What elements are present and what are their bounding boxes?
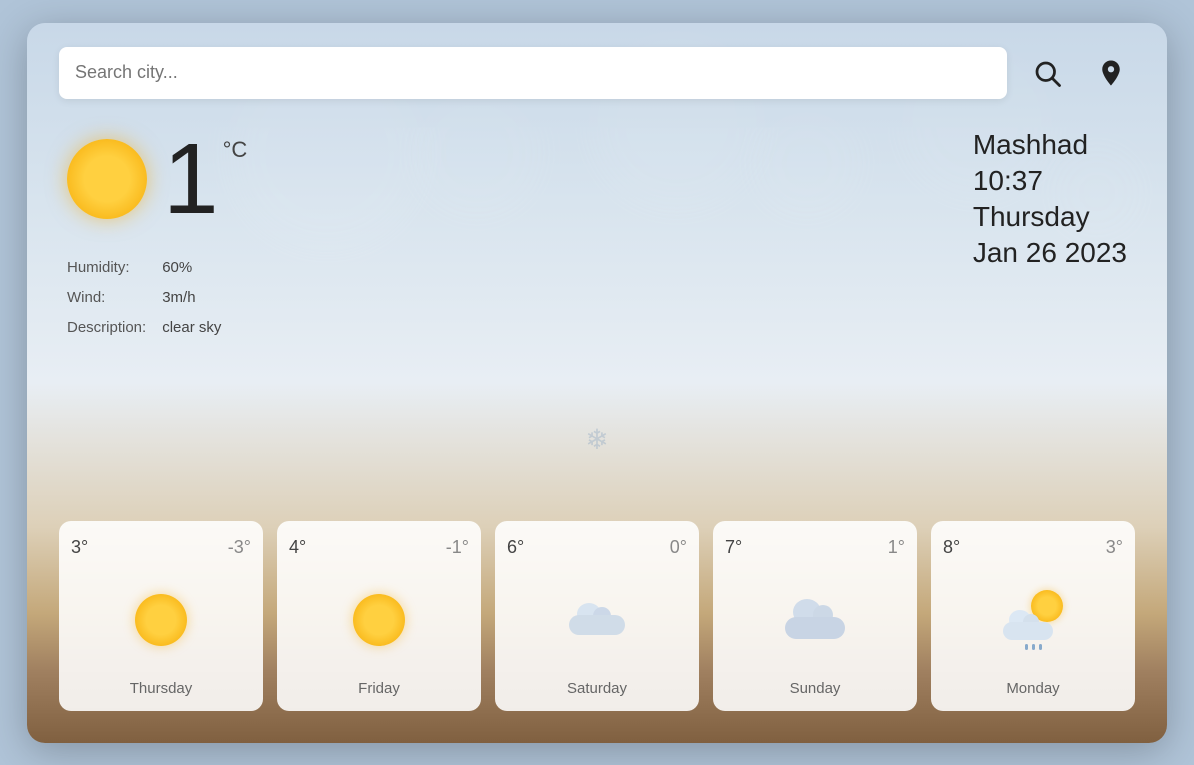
sun-icon	[353, 594, 405, 646]
forecast-low: 0°	[670, 537, 687, 558]
forecast-temps: 4° -1°	[289, 537, 469, 558]
temp-row: 1 °C	[67, 129, 247, 229]
forecast-low: 1°	[888, 537, 905, 558]
location-info: Mashhad 10:37 Thursday Jan 26 2023	[973, 129, 1127, 269]
search-input[interactable]: mashhad	[75, 62, 991, 83]
app-container: mashhad 1	[27, 23, 1167, 743]
description-label: Description:	[67, 313, 162, 343]
forecast-card: 8° 3° Mo	[931, 521, 1135, 711]
forecast-low: -3°	[228, 537, 251, 558]
forecast-icon-area	[71, 570, 251, 670]
forecast-card: 4° -1° Friday	[277, 521, 481, 711]
search-button[interactable]	[1023, 49, 1071, 97]
forecast-day: Sunday	[790, 680, 841, 697]
city-name: Mashhad	[973, 129, 1127, 161]
search-bar: mashhad	[59, 47, 1135, 99]
forecast-low: -1°	[446, 537, 469, 558]
wind-value: 3m/h	[162, 283, 221, 313]
weather-main: 1 °C Humidity: 60% Wind: 3m/h	[59, 129, 1135, 521]
forecast-card: 3° -3° Thursday	[59, 521, 263, 711]
location-button[interactable]	[1087, 49, 1135, 97]
forecast-icon-area	[289, 570, 469, 670]
forecast-icon-area	[943, 570, 1123, 670]
forecast-high: 3°	[71, 537, 88, 558]
current-time: 10:37	[973, 165, 1127, 197]
description-value: clear sky	[162, 313, 221, 343]
forecast-high: 8°	[943, 537, 960, 558]
current-date: Jan 26 2023	[973, 237, 1127, 269]
forecast-high: 7°	[725, 537, 742, 558]
forecast-temps: 3° -3°	[71, 537, 251, 558]
search-input-wrapper[interactable]: mashhad	[59, 47, 1007, 99]
forecast-section: 3° -3° Thursday 4° -1° Friday 6° 0°	[59, 521, 1135, 719]
current-day: Thursday	[973, 201, 1127, 233]
current-weather: 1 °C Humidity: 60% Wind: 3m/h	[67, 129, 247, 343]
forecast-card: 6° 0° Saturday	[495, 521, 699, 711]
forecast-icon-area	[725, 570, 905, 670]
forecast-icon-area	[507, 570, 687, 670]
overcast-icon	[785, 601, 845, 639]
partly-cloudy-rain-icon	[1003, 590, 1063, 650]
forecast-high: 6°	[507, 537, 524, 558]
forecast-day: Monday	[1006, 680, 1059, 697]
sun-icon	[135, 594, 187, 646]
forecast-low: 3°	[1106, 537, 1123, 558]
forecast-temps: 8° 3°	[943, 537, 1123, 558]
current-weather-icon	[67, 139, 147, 219]
forecast-card: 7° 1° Sunday	[713, 521, 917, 711]
weather-details: Humidity: 60% Wind: 3m/h Description: cl…	[67, 253, 247, 343]
cloud-icon	[569, 605, 625, 635]
forecast-high: 4°	[289, 537, 306, 558]
humidity-value: 60%	[162, 253, 221, 283]
current-temp: 1	[163, 129, 219, 229]
temp-unit: °C	[223, 137, 248, 163]
forecast-day: Saturday	[567, 680, 627, 697]
forecast-temps: 6° 0°	[507, 537, 687, 558]
forecast-day: Friday	[358, 680, 400, 697]
wind-label: Wind:	[67, 283, 162, 313]
forecast-day: Thursday	[130, 680, 193, 697]
forecast-temps: 7° 1°	[725, 537, 905, 558]
humidity-label: Humidity:	[67, 253, 162, 283]
main-content: mashhad 1	[27, 23, 1167, 743]
